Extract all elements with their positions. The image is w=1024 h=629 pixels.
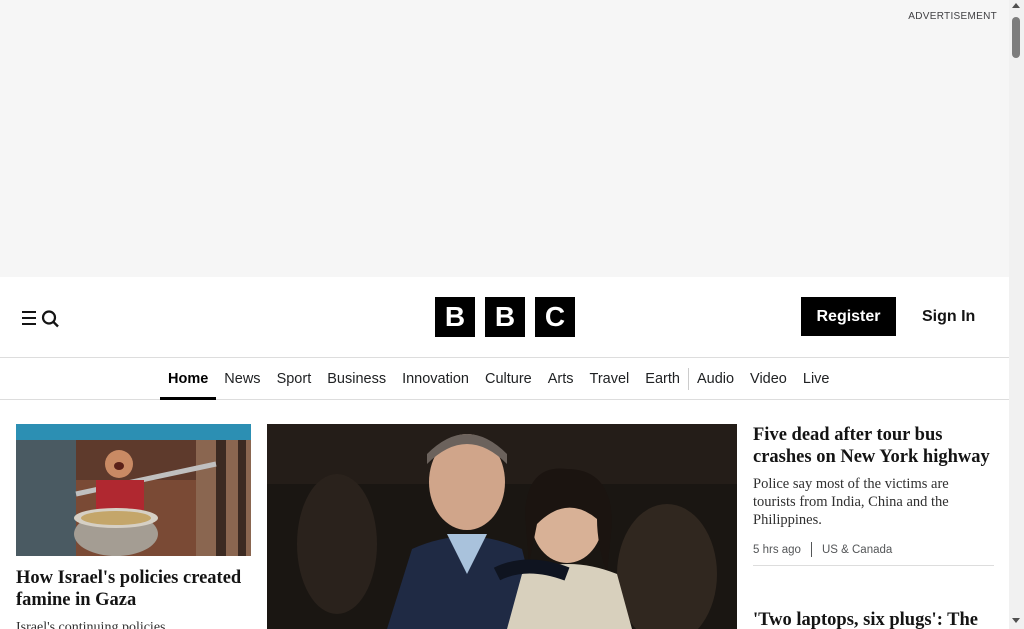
logo-letter: C — [535, 297, 575, 337]
advertisement-label: ADVERTISEMENT — [908, 11, 997, 22]
sign-in-button[interactable]: Sign In — [922, 297, 975, 336]
bbc-logo[interactable]: B B C — [435, 297, 575, 337]
site-header: B B C Register Sign In — [0, 277, 1009, 358]
nav-item-sport[interactable]: Sport — [269, 358, 320, 399]
menu-search-button[interactable] — [20, 306, 64, 330]
main-story-photo — [267, 424, 737, 629]
nav-list: Home News Sport Business Innovation Cult… — [160, 358, 837, 400]
nav-item-news[interactable]: News — [216, 358, 268, 399]
bus-crash-metadata: 5 hrs ago US & Canada — [753, 542, 994, 557]
logo-letter: B — [485, 297, 525, 337]
bus-crash-story[interactable]: Five dead after tour bus crashes on New … — [753, 424, 994, 566]
story-timestamp: 5 hrs ago — [753, 543, 801, 556]
scroll-up-arrow-icon[interactable] — [1012, 3, 1020, 8]
gaza-story-headline[interactable]: How Israel's policies created famine in … — [16, 567, 251, 611]
laptops-story-headline[interactable]: 'Two laptops, six plugs': The — [753, 609, 994, 629]
menu-search-icon — [22, 310, 59, 328]
nav-item-earth[interactable]: Earth — [637, 358, 688, 399]
nav-item-video[interactable]: Video — [742, 358, 795, 399]
logo-letter: B — [435, 297, 475, 337]
main-story-image[interactable] — [267, 424, 737, 629]
nav-item-live[interactable]: Live — [795, 358, 838, 399]
gaza-story-summary: Israel's continuing policies... — [16, 620, 176, 629]
bus-crash-summary: Police say most of the victims are touri… — [753, 476, 949, 528]
scroll-down-arrow-icon[interactable] — [1012, 618, 1020, 623]
story-divider — [753, 565, 994, 566]
gaza-story-image[interactable] — [16, 424, 251, 556]
nav-item-arts[interactable]: Arts — [540, 358, 582, 399]
nav-item-innovation[interactable]: Innovation — [394, 358, 477, 399]
meta-divider — [810, 542, 812, 557]
bus-crash-headline[interactable]: Five dead after tour bus crashes on New … — [753, 424, 994, 468]
register-button[interactable]: Register — [801, 297, 896, 336]
story-section-label[interactable]: US & Canada — [822, 544, 892, 556]
page-scrollbar[interactable] — [1009, 0, 1024, 629]
main-navigation: Home News Sport Business Innovation Cult… — [0, 358, 1009, 400]
nav-item-culture[interactable]: Culture — [477, 358, 540, 399]
gaza-story-photo — [16, 424, 251, 556]
nav-item-travel[interactable]: Travel — [582, 358, 638, 399]
scrollbar-thumb[interactable] — [1012, 17, 1020, 58]
nav-item-home[interactable]: Home — [160, 358, 217, 400]
nav-item-business[interactable]: Business — [319, 358, 394, 399]
nav-item-audio[interactable]: Audio — [689, 358, 742, 399]
advertisement-area: ADVERTISEMENT — [0, 0, 1009, 277]
